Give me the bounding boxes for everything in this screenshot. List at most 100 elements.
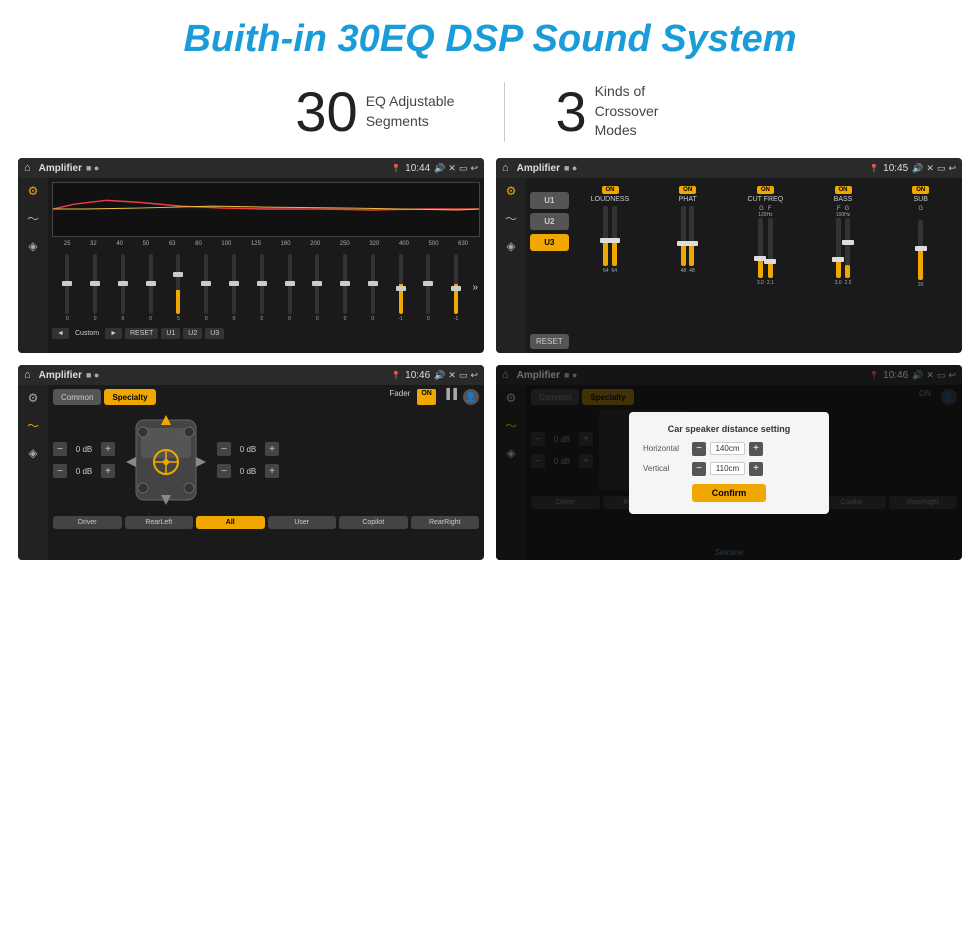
eq-slider-3[interactable]: 0	[137, 254, 164, 322]
speaker-icon: 🔊	[434, 163, 445, 174]
dialog-overlay: Car speaker distance setting Horizontal …	[496, 365, 962, 560]
fader-bottom-buttons: Driver RearLeft All User Copilot RearRig…	[53, 516, 479, 529]
vol-rear-left: − 0 dB +	[53, 464, 115, 478]
home-icon-3[interactable]: ⌂	[24, 369, 31, 381]
horizontal-plus-btn[interactable]: +	[749, 442, 763, 456]
eq-prev-btn[interactable]: ◄	[52, 328, 69, 339]
eq-freq-labels: 253240 506380 100125160 200250320 400500…	[52, 241, 480, 247]
fader-sidebar-icon1[interactable]: ⚙	[28, 391, 39, 405]
stat-crossover-number: 3	[555, 79, 586, 144]
tab-specialty[interactable]: Specialty	[104, 389, 155, 405]
btn-rearright[interactable]: RearRight	[411, 516, 480, 529]
btn-rearleft[interactable]: RearLeft	[125, 516, 194, 529]
vol-fr-plus[interactable]: +	[265, 442, 279, 456]
eq-u2-btn[interactable]: U2	[183, 328, 202, 339]
settings-person-icon[interactable]: 👤	[463, 389, 479, 405]
eq-icons: ■ ●	[86, 163, 99, 173]
eq-slider-13[interactable]: 0	[415, 254, 442, 322]
eq-slider-12[interactable]: -1	[387, 254, 414, 322]
fader-sidebar-icon2[interactable]: 〜	[27, 417, 39, 434]
preset-u2-btn[interactable]: U2	[530, 213, 569, 230]
window-icon-3: ▭	[459, 370, 468, 381]
btn-all[interactable]: All	[196, 516, 265, 529]
eq-slider-5[interactable]: 0	[193, 254, 220, 322]
vol-fl-value: 0 dB	[70, 445, 98, 454]
fader-status-bar: ⌂ Amplifier ■ ● 📍 10:46 🔊 ✕ ▭ ↩	[18, 365, 484, 385]
fader-sidebar-icon3[interactable]: ◈	[28, 446, 37, 460]
crossover-sidebar-icon3[interactable]: ◈	[506, 239, 515, 253]
eq-next-btn[interactable]: ►	[105, 328, 122, 339]
preset-u3-btn[interactable]: U3	[530, 234, 569, 251]
fader-on-badge: ON	[417, 389, 436, 405]
vol-fr-minus[interactable]: −	[217, 442, 231, 456]
eq-u3-btn[interactable]: U3	[205, 328, 224, 339]
eq-slider-10[interactable]: 0	[332, 254, 359, 322]
home-icon[interactable]: ⌂	[24, 162, 31, 174]
crossover-app-name: Amplifier	[517, 163, 560, 174]
eq-u1-btn[interactable]: U1	[161, 328, 180, 339]
sub-sliders: 20	[918, 220, 924, 290]
crossover-sidebar-icon1[interactable]: ⚙	[506, 184, 517, 198]
vol-front-left: − 0 dB +	[53, 442, 115, 456]
vol-rr-plus[interactable]: +	[265, 464, 279, 478]
loudness-on: ON	[602, 186, 619, 194]
dialog-horizontal-row: Horizontal − 140cm +	[643, 442, 815, 456]
fader-status-icons: 🔊 ✕ ▭ ↩	[434, 370, 478, 381]
scroll-right-icon[interactable]: »	[472, 282, 478, 293]
btn-copilot[interactable]: Copilot	[339, 516, 408, 529]
dialog-vertical-row: Vertical − 110cm +	[643, 462, 815, 476]
eq-slider-7[interactable]: 0	[248, 254, 275, 322]
eq-slider-6[interactable]: 0	[221, 254, 248, 322]
preset-column: U1 U2 U3 RESET	[530, 182, 569, 349]
eq-app-name: Amplifier	[39, 163, 82, 174]
speaker-icon-3: 🔊	[434, 370, 445, 381]
vol-rl-minus[interactable]: −	[53, 464, 67, 478]
eq-slider-14[interactable]: -1	[443, 254, 470, 322]
vertical-plus-btn[interactable]: +	[749, 462, 763, 476]
home-icon-2[interactable]: ⌂	[502, 162, 509, 174]
stat-eq-number: 30	[295, 79, 357, 144]
speaker-icon-2: 🔊	[912, 163, 923, 174]
confirm-button[interactable]: Confirm	[692, 484, 767, 502]
eq-sidebar-icon1[interactable]: ⚙	[28, 184, 39, 198]
eq-slider-11[interactable]: 0	[359, 254, 386, 322]
loudness-sliders: 64 64	[603, 206, 617, 296]
eq-slider-2[interactable]: 0	[110, 254, 137, 322]
tab-common[interactable]: Common	[53, 389, 101, 405]
crossover-reset-btn[interactable]: RESET	[530, 334, 569, 349]
eq-sidebar-icon2[interactable]: 〜	[27, 210, 39, 227]
fader-toggle-icon[interactable]: ▐▐	[443, 389, 457, 405]
page-title: Buith-in 30EQ DSP Sound System	[0, 0, 980, 71]
vertical-minus-btn[interactable]: −	[692, 462, 706, 476]
eq-sidebar-icon3[interactable]: ◈	[28, 239, 37, 253]
channel-cutfreq: ON CUT FREQ GF 120Hz	[728, 186, 803, 349]
crossover-sidebar-icon2[interactable]: 〜	[505, 210, 517, 227]
eq-reset-btn[interactable]: RESET	[125, 328, 158, 339]
crossover-main: U1 U2 U3 RESET ON LOUDNESS	[526, 178, 962, 353]
vol-fl-plus[interactable]: +	[101, 442, 115, 456]
vol-rr-minus[interactable]: −	[217, 464, 231, 478]
eq-body: ⚙ 〜 ◈ 25	[18, 178, 484, 353]
fader-tabs: Common Specialty Fader ON ▐▐ 👤	[53, 389, 479, 405]
horizontal-value: 140cm	[710, 442, 745, 455]
right-volumes: − 0 dB + − 0 dB +	[217, 442, 279, 478]
horizontal-minus-btn[interactable]: −	[692, 442, 706, 456]
channel-sub: ON SUB G 20	[883, 186, 958, 349]
preset-u1-btn[interactable]: U1	[530, 192, 569, 209]
eq-slider-0[interactable]: 0	[54, 254, 81, 322]
eq-slider-4[interactable]: 5	[165, 254, 192, 322]
vol-front-right: − 0 dB +	[217, 442, 279, 456]
eq-slider-9[interactable]: 0	[304, 254, 331, 322]
vol-fl-minus[interactable]: −	[53, 442, 67, 456]
eq-slider-8[interactable]: 0	[276, 254, 303, 322]
bass-sliders: 3.0 2.5	[835, 218, 852, 288]
eq-bottom-bar: ◄ Custom ► RESET U1 U2 U3	[52, 328, 480, 339]
eq-time: 10:44	[405, 163, 430, 174]
vol-rl-plus[interactable]: +	[101, 464, 115, 478]
eq-slider-1[interactable]: 0	[82, 254, 109, 322]
btn-user[interactable]: User	[268, 516, 337, 529]
back-icon-3: ↩	[470, 370, 478, 381]
btn-driver[interactable]: Driver	[53, 516, 122, 529]
crossover-status-icons: 🔊 ✕ ▭ ↩	[912, 163, 956, 174]
dialog-horizontal-label: Horizontal	[643, 444, 688, 453]
